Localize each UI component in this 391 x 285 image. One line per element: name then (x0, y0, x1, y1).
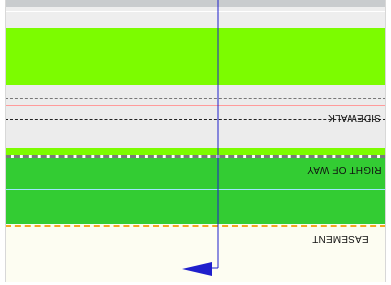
drawing-canvas[interactable]: SIDEWALK RIGHT OF WAY EASEMENT (0, 0, 391, 285)
blue-axis-arrow-icon[interactable] (0, 0, 391, 285)
blue-arrowhead[interactable] (182, 262, 212, 276)
